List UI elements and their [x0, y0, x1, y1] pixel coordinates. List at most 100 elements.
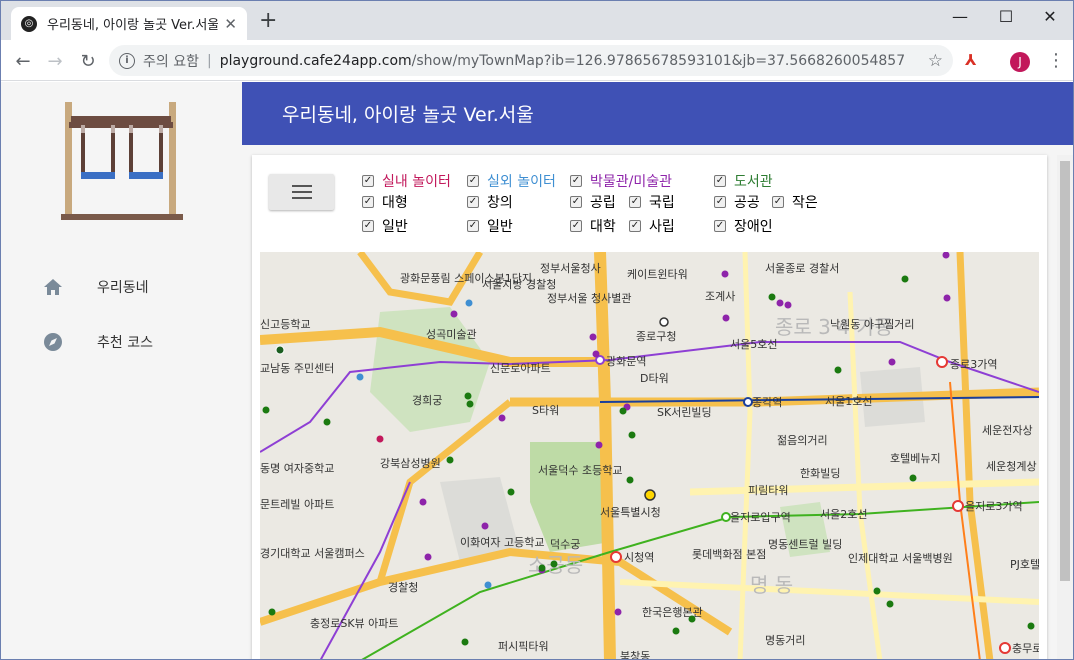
url-host: playground.cafe24app.com: [219, 52, 412, 69]
compass-icon: [41, 330, 65, 354]
close-window-button[interactable]: ✕: [1027, 1, 1073, 31]
filter-library-disabled[interactable]: ✓ 장애인: [714, 216, 773, 236]
tab-close-icon[interactable]: ✕: [224, 15, 237, 33]
museum-marker: [942, 252, 950, 259]
poi-label: 서울덕수 초등학교: [538, 464, 622, 477]
poi-label: 충무로: [1012, 642, 1039, 655]
poi-label: 북창동: [620, 650, 650, 660]
museum-marker: [776, 299, 784, 307]
forward-button[interactable]: →: [43, 49, 67, 73]
poi-label: 호텔베뉴지: [890, 452, 941, 465]
poi-label: 충정로SK뷰 아파트: [310, 617, 399, 630]
museum-marker: [721, 270, 729, 278]
checkbox-checked-icon[interactable]: ✓: [467, 196, 479, 208]
library-marker: [626, 476, 634, 484]
filter-indoor-playground[interactable]: ✓ 실내 놀이터: [362, 171, 451, 191]
checkbox-checked-icon[interactable]: ✓: [362, 220, 374, 232]
filter-outdoor-general[interactable]: ✓ 일반: [467, 216, 513, 236]
maximize-button[interactable]: ☐: [983, 1, 1029, 31]
park-area: [370, 307, 490, 432]
filter-museum-university[interactable]: ✓ 대학: [570, 216, 616, 236]
library-marker: [446, 456, 454, 464]
poi-label: 이화여자 고등학교: [460, 536, 544, 549]
url-path: /show/myTownMap?ib=126.97865678593101&jb…: [411, 52, 906, 69]
filter-museum-public[interactable]: ✓ 공립: [570, 192, 616, 212]
favicon-icon: ◎: [21, 15, 37, 32]
checkbox-checked-icon[interactable]: ✓: [362, 175, 374, 187]
url-separator: |: [206, 52, 212, 69]
menu-item-course[interactable]: 추천 코스: [41, 330, 153, 354]
filter-outdoor-creative[interactable]: ✓ 창의: [467, 192, 513, 212]
checkbox-checked-icon[interactable]: ✓: [570, 175, 582, 187]
museum-marker: [498, 414, 506, 422]
map-canvas[interactable]: 종로 3 4 가동 명 동 소공동 광화문풍림 스페이스본1단지 서울지방 경찰…: [260, 252, 1039, 660]
library-marker: [901, 275, 909, 283]
tab-strip: ◎ 우리동네, 아이랑 놀곳 Ver.서울 ✕ + — ☐ ✕: [1, 1, 1073, 40]
checkbox-checked-icon[interactable]: ✓: [629, 196, 641, 208]
poi-label: 케이트윈타워: [627, 267, 688, 281]
poi-label: 광화문역: [606, 355, 646, 368]
info-icon[interactable]: i: [119, 52, 135, 69]
station-marker: [721, 512, 731, 522]
library-marker: [550, 560, 558, 568]
page-scrollbar[interactable]: [1057, 155, 1073, 659]
filter-museum-private[interactable]: ✓ 사립: [629, 216, 675, 236]
filter-library[interactable]: ✓ 도서관: [714, 171, 773, 191]
menu-kebab-icon[interactable]: ⋮: [1047, 50, 1065, 71]
bookmark-star-icon[interactable]: ☆: [928, 51, 943, 71]
swing-logo: [61, 102, 183, 220]
station-marker: [952, 500, 964, 512]
page: 우리동네 추천 코스 우리동네, 아이랑 놀곳 Ver.서울 ✓ 실내 놀이터 ✓…: [1, 82, 1073, 660]
address-bar[interactable]: i 주의 요함 | playground.cafe24app.com /show…: [109, 45, 953, 76]
tab-title: 우리동네, 아이랑 놀곳 Ver.서울: [47, 18, 219, 33]
checkbox-checked-icon[interactable]: ✓: [629, 220, 641, 232]
app-bar: 우리동네, 아이랑 놀곳 Ver.서울: [242, 82, 1073, 145]
outdoor-playground-marker: [484, 581, 492, 589]
checkbox-checked-icon[interactable]: ✓: [714, 175, 726, 187]
back-button[interactable]: ←: [11, 49, 35, 73]
minimize-button[interactable]: —: [937, 1, 983, 31]
checkbox-checked-icon[interactable]: ✓: [714, 196, 726, 208]
poi-label: 정부서울청사: [540, 262, 601, 275]
station-marker: [999, 642, 1011, 654]
scrollbar-thumb[interactable]: [1060, 161, 1070, 581]
browser-tab[interactable]: ◎ 우리동네, 아이랑 놀곳 Ver.서울 ✕: [11, 7, 247, 40]
filter-outdoor-playground[interactable]: ✓ 실외 놀이터: [467, 171, 556, 191]
poi-label: 세운전자상: [982, 424, 1033, 437]
checkbox-checked-icon[interactable]: ✓: [362, 196, 374, 208]
filter-library-small[interactable]: ✓ 작은: [772, 192, 818, 212]
checkbox-checked-icon[interactable]: ✓: [570, 196, 582, 208]
reload-button[interactable]: ↻: [76, 49, 100, 73]
checkbox-checked-icon[interactable]: ✓: [772, 196, 784, 208]
menu-item-home[interactable]: 우리동네: [41, 275, 149, 299]
museum-marker: [589, 333, 597, 341]
filter-museum[interactable]: ✓ 박물관/미술관: [570, 171, 672, 191]
filter-indoor-general[interactable]: ✓ 일반: [362, 216, 408, 236]
hamburger-menu-button[interactable]: [269, 174, 334, 210]
library-marker: [619, 407, 627, 415]
town-map[interactable]: 종로 3 4 가동 명 동 소공동 광화문풍림 스페이스본1단지 서울지방 경찰…: [260, 252, 1039, 660]
checkbox-checked-icon[interactable]: ✓: [467, 175, 479, 187]
filter-library-public[interactable]: ✓ 공공: [714, 192, 760, 212]
poi-label: 종각역: [752, 396, 782, 409]
browser-toolbar: ← → ↻ i 주의 요함 | playground.cafe24app.com…: [1, 40, 1073, 81]
checkbox-checked-icon[interactable]: ✓: [714, 220, 726, 232]
checkbox-checked-icon[interactable]: ✓: [570, 220, 582, 232]
filter-museum-national[interactable]: ✓ 국립: [629, 192, 675, 212]
pdf-extension-icon[interactable]: ⅄: [965, 51, 983, 71]
filter-indoor-large[interactable]: ✓ 대형: [362, 192, 408, 212]
poi-label: PJ호텔: [1010, 558, 1039, 571]
poi-label: 세운청계상: [986, 460, 1037, 473]
poi-label: D타워: [640, 372, 669, 385]
library-marker: [461, 638, 469, 646]
new-tab-button[interactable]: +: [259, 10, 277, 32]
menu-label-course: 추천 코스: [97, 335, 153, 351]
poi-label: 성곡미술관: [426, 328, 477, 341]
profile-avatar[interactable]: J: [1010, 52, 1030, 72]
road: [689, 478, 1039, 496]
poi-label: 정부서울 청사별관: [547, 292, 631, 305]
poi-label: 덕수궁: [550, 538, 580, 551]
checkbox-checked-icon[interactable]: ✓: [467, 220, 479, 232]
museum-marker: [481, 522, 489, 530]
library-marker: [768, 293, 776, 301]
